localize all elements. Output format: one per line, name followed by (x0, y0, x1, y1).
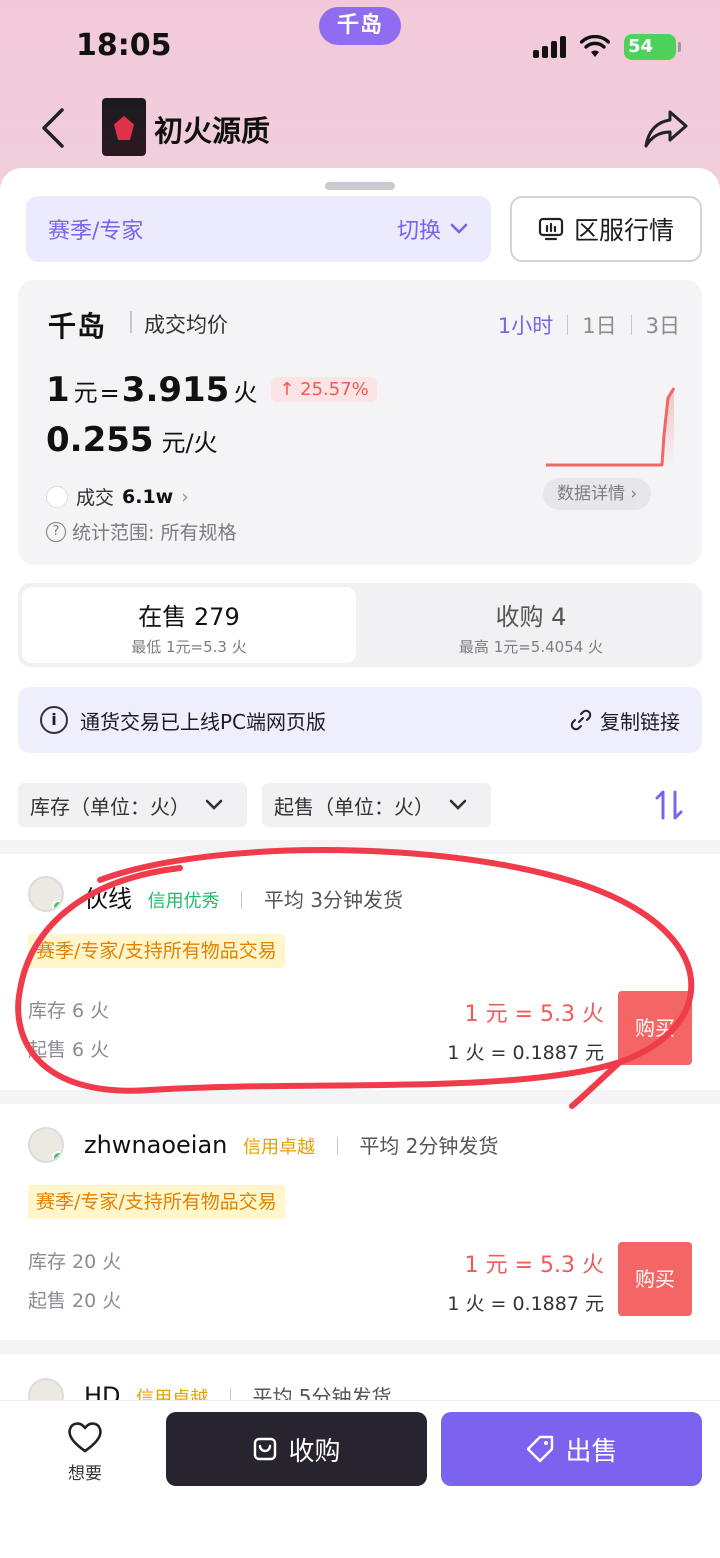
sort-icon[interactable] (652, 788, 686, 822)
listing-min-sale: 起售 20 火 (28, 1290, 122, 1312)
range-tab-3d[interactable]: 3日 (646, 310, 680, 340)
season-label: 赛季/专家 (48, 219, 144, 244)
section-divider (0, 1090, 720, 1104)
listing-seller-row: 伙线 信用优秀 平均 3分钟发货 (84, 879, 403, 914)
game-thumbnail (102, 98, 146, 156)
want-label: 想要 (68, 1464, 102, 1484)
min-sale-filter[interactable]: 起售（单位：火） (262, 783, 491, 827)
region-market-label: 区服行情 (573, 216, 674, 245)
divider (130, 311, 132, 333)
ship-time: 平均 2分钟发货 (359, 1134, 499, 1158)
listing-stock: 库存 6 火 (28, 1000, 110, 1022)
buy-button[interactable]: 购买 (618, 1242, 692, 1316)
unit-price: 0.255 元/火 (46, 420, 218, 460)
notice-text: 通货交易已上线PC端网页版 (80, 709, 327, 734)
region-market-button[interactable]: 区服行情 (510, 196, 702, 262)
range-tab-1d[interactable]: 1日 (582, 310, 616, 340)
info-icon: i (40, 706, 68, 734)
listing-tag: 赛季/专家/支持所有物品交易 (28, 1185, 285, 1219)
listing-seller-row: zhwnaoeian 信用卓越 平均 2分钟发货 (84, 1130, 498, 1159)
seller-name[interactable]: 伙线 (84, 885, 132, 913)
tag-icon (527, 1435, 554, 1463)
help-icon: ? (46, 521, 66, 542)
tab-buying[interactable]: 收购 4 最高 1元=5.4054 火 (364, 587, 698, 663)
sheet-grabber[interactable] (325, 182, 395, 190)
listing-rate: 1 元 = 5.3 火 (464, 1253, 604, 1278)
status-time: 18:05 (76, 28, 172, 63)
battery-icon: 54 (624, 34, 681, 60)
back-arrow-icon[interactable] (36, 106, 72, 150)
wifi-icon (580, 35, 610, 57)
status-indicators: 54 (533, 34, 681, 60)
monitor-chart-icon (538, 217, 564, 241)
dynamic-island-badge: 千岛 (319, 7, 401, 45)
ship-time: 平均 3分钟发货 (263, 888, 404, 912)
rate-value: 3.915 (121, 370, 230, 410)
listing-stock: 库存 20 火 (28, 1251, 122, 1273)
share-icon[interactable] (642, 104, 690, 152)
change-badge: ↑ 25.57% (271, 377, 377, 402)
listing-min-sale: 起售 6 火 (28, 1039, 110, 1061)
data-detail-button[interactable]: 数据详情 › (543, 478, 652, 510)
chevron-down-icon (450, 223, 468, 234)
stock-filter[interactable]: 库存（单位：火） (18, 783, 247, 827)
price-card: 千岛 成交均价 1小时 1日 3日 1 元 = 3.915 火 ↑ 25.57%… (18, 280, 702, 565)
time-range-tabs: 1小时 1日 3日 (498, 310, 680, 340)
listing-tag: 赛季/专家/支持所有物品交易 (28, 934, 285, 968)
section-divider (0, 840, 720, 854)
seller-name[interactable]: zhwnaoeian (84, 1131, 227, 1159)
heart-icon (68, 1422, 102, 1453)
section-divider (0, 1340, 720, 1354)
link-icon (570, 709, 592, 731)
listing-tabs: 在售 279 最低 1元=5.3 火 收购 4 最高 1元=5.4054 火 (18, 583, 702, 667)
purchase-request-button[interactable]: 收购 (166, 1412, 427, 1486)
season-selector[interactable]: 赛季/专家 切换 (26, 196, 491, 262)
chevron-right-icon: › (181, 485, 189, 508)
exchange-rate: 1 元 = 3.915 火 ↑ 25.57% (46, 370, 377, 410)
chevron-down-icon (205, 799, 223, 810)
credit-badge: 信用优秀 (147, 891, 220, 912)
range-tab-1h[interactable]: 1小时 (498, 310, 553, 340)
chevron-down-icon (449, 799, 467, 810)
deal-volume[interactable]: 成交 6.1w › (46, 483, 189, 510)
brand-logo: 千岛 (48, 310, 107, 343)
listing-rate: 1 元 = 5.3 火 (464, 1002, 604, 1027)
battery-level: 54 (628, 36, 654, 57)
notice-banner: i 通货交易已上线PC端网页版 复制链接 (18, 687, 702, 753)
seller-avatar[interactable] (28, 876, 64, 912)
stat-scope: ? 统计范围: 所有规格 (46, 518, 236, 545)
tab-on-sale[interactable]: 在售 279 最低 1元=5.3 火 (22, 587, 356, 663)
want-button[interactable]: 想要 (60, 1420, 110, 1484)
sparkline-chart (546, 387, 676, 467)
season-switch[interactable]: 切换 (397, 213, 469, 245)
seller-avatar[interactable] (28, 1127, 64, 1163)
coin-icon (46, 485, 68, 508)
avg-price-label: 成交均价 (144, 313, 228, 337)
credit-badge: 信用卓越 (243, 1137, 316, 1158)
buy-button[interactable]: 购买 (618, 991, 692, 1065)
sell-button[interactable]: 出售 (441, 1412, 702, 1486)
listing-unit-price: 1 火 = 0.1887 元 (447, 1293, 604, 1315)
copy-link-button[interactable]: 复制链接 (570, 706, 680, 735)
page-title: 初火源质 (154, 114, 271, 148)
listing-unit-price: 1 火 = 0.1887 元 (447, 1042, 604, 1064)
signal-icon (533, 36, 566, 58)
bag-icon (254, 1437, 277, 1461)
